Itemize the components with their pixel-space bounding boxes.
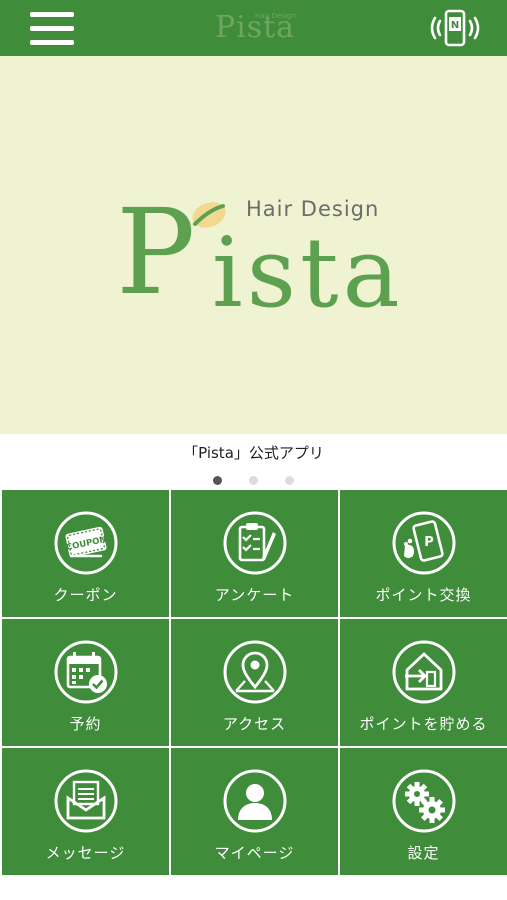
menu-label-message: メッセージ (45, 844, 126, 862)
hero-logo-initial: P (116, 183, 196, 321)
coupon-icon: COUPON (54, 511, 117, 575)
header-logo: Hair Design Pista (200, 8, 310, 48)
menu-label-access: アクセス (222, 715, 287, 733)
carousel-dot-2[interactable] (249, 476, 258, 485)
menu-label-settings: 設定 (407, 844, 440, 862)
menu-label-collect-points: ポイントを貯める (359, 715, 488, 733)
hero-logo: Hair Design P ista (112, 192, 412, 372)
carousel-dots (0, 470, 507, 485)
menu-tile-point-exchange[interactable]: P ポイント交換 (340, 490, 507, 617)
menu-tile-coupon[interactable]: COUPON クーポン (2, 490, 169, 617)
hero-logo-text: ista (212, 217, 404, 329)
menu-tile-settings[interactable]: 設定 (340, 748, 507, 875)
menu-label-reservation: 予約 (69, 715, 102, 733)
collect-points-house-icon (392, 640, 455, 704)
nfc-button[interactable]: N (426, 8, 484, 48)
app-header: Hair Design Pista N (0, 0, 507, 56)
carousel-dot-3[interactable] (285, 476, 295, 485)
hamburger-menu-button[interactable] (30, 12, 74, 46)
svg-text:P: P (424, 535, 434, 550)
menu-label-my-page: マイページ (214, 844, 295, 862)
nfc-phone-icon: N (430, 9, 480, 47)
user-profile-icon (223, 769, 286, 833)
menu-tile-survey[interactable]: アンケート (171, 490, 338, 617)
hero-banner[interactable]: Hair Design P ista (0, 56, 507, 434)
menu-tile-my-page[interactable]: マイページ (171, 748, 338, 875)
menu-tile-reservation[interactable]: 予約 (2, 619, 169, 746)
menu-label-point-exchange: ポイント交換 (375, 586, 472, 604)
hamburger-icon (30, 12, 74, 17)
point-exchange-phone-icon: P (392, 511, 455, 575)
menu-label-coupon: クーポン (53, 586, 118, 604)
menu-label-survey: アンケート (214, 586, 295, 604)
svg-text:N: N (451, 20, 459, 31)
message-envelope-icon (54, 769, 117, 833)
map-pin-icon (223, 640, 286, 704)
header-logo-subtitle: Hair Design (255, 12, 296, 20)
menu-tile-access[interactable]: アクセス (171, 619, 338, 746)
survey-clipboard-icon (223, 511, 286, 575)
app-caption: 「Pista」公式アプリ (183, 444, 324, 462)
bottom-spacer (0, 877, 507, 900)
calendar-check-icon (54, 640, 117, 704)
gear-icon (392, 769, 455, 833)
menu-tile-collect-points[interactable]: ポイントを貯める (340, 619, 507, 746)
menu-grid: COUPON クーポン アンケート P ポイント交換 予約 アクセス ポイントを… (0, 488, 507, 877)
carousel-dot-1[interactable] (212, 476, 222, 485)
menu-tile-message[interactable]: メッセージ (2, 748, 169, 875)
